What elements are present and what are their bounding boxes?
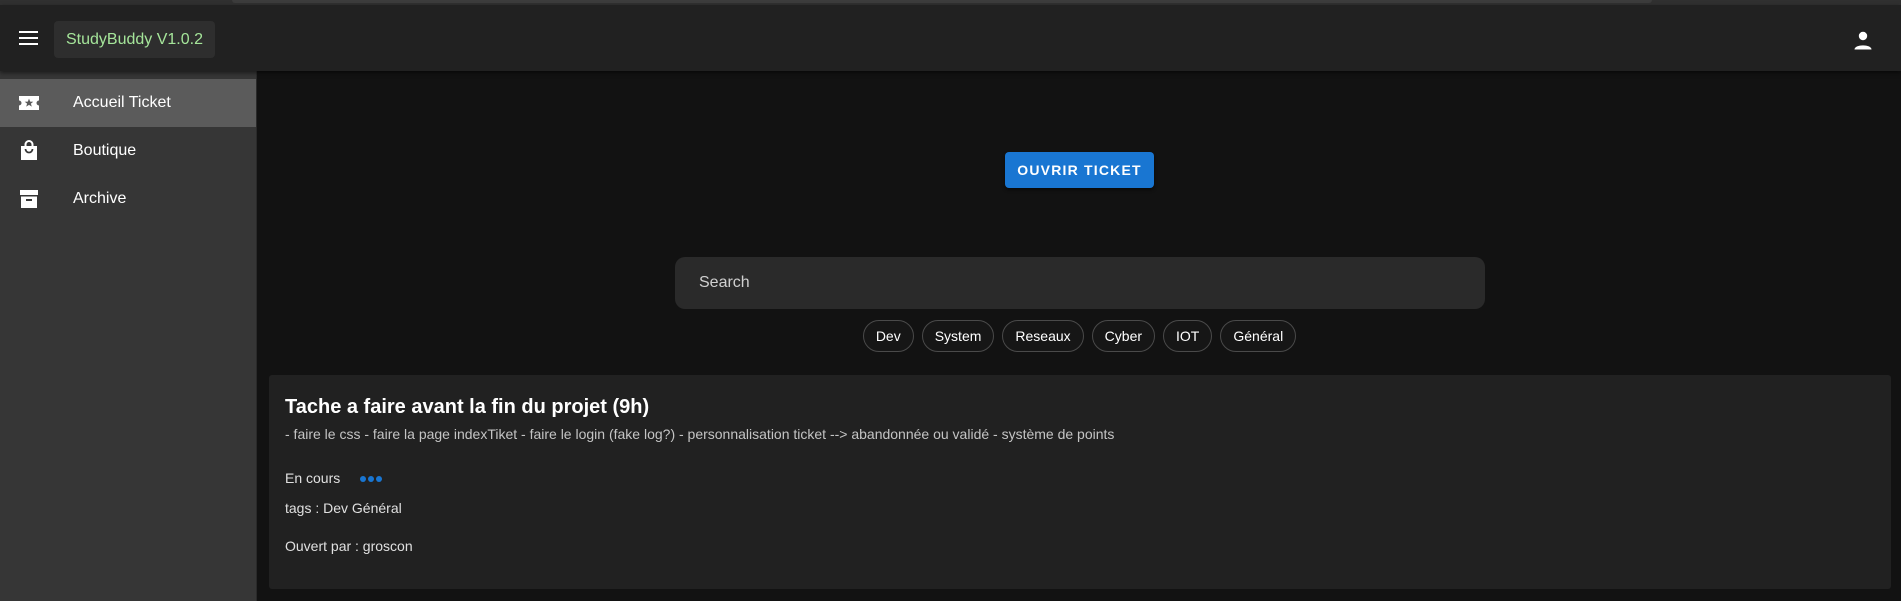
loading-dots-icon [360,476,386,484]
archive-box-icon [18,188,40,210]
chip-general[interactable]: Général [1220,320,1297,352]
ticket-icon [18,92,40,114]
search-field[interactable] [675,257,1485,309]
ticket-card[interactable]: Tache a faire avant la fin du projet (9h… [269,375,1891,589]
ticket-tags: tags : Dev Général [285,500,402,516]
account-icon[interactable] [1851,29,1875,53]
chip-cyber[interactable]: Cyber [1091,320,1156,352]
chip-system[interactable]: System [921,320,995,352]
ticket-status: En cours [285,470,341,486]
app-bar: StudyBuddy V1.0.2 [0,5,1901,71]
shopping-bag-icon [18,140,40,162]
sidebar: Accueil Ticket Boutique Archive [0,71,257,601]
sidebar-item-accueil-ticket[interactable]: Accueil Ticket [0,79,256,127]
ticket-title: Tache a faire avant la fin du projet (9h… [285,396,650,418]
chip-dev[interactable]: Dev [862,320,914,352]
chip-iot[interactable]: IOT [1163,320,1213,352]
tag-filter-chips: Dev System Reseaux Cyber IOT Général [258,320,1901,352]
chip-reseaux[interactable]: Reseaux [1002,320,1084,352]
sidebar-item-label: Archive [73,190,127,207]
horizontal-scrollbar[interactable] [232,0,1652,3]
sidebar-item-archive[interactable]: Archive [0,175,256,223]
sidebar-item-label: Accueil Ticket [73,94,171,111]
search-input[interactable] [675,257,1485,309]
sidebar-item-label: Boutique [73,142,137,159]
main-content: OUVRIR TICKET Dev System Reseaux Cyber I… [258,71,1901,601]
ticket-opened-by: Ouvert par : groscon [285,538,413,554]
open-ticket-button[interactable]: OUVRIR TICKET [1005,152,1154,188]
ticket-description: - faire le css - faire la page indexTike… [285,426,1115,442]
sidebar-item-boutique[interactable]: Boutique [0,127,256,175]
hamburger-menu-icon[interactable] [14,26,44,50]
app-title: StudyBuddy V1.0.2 [54,21,215,58]
